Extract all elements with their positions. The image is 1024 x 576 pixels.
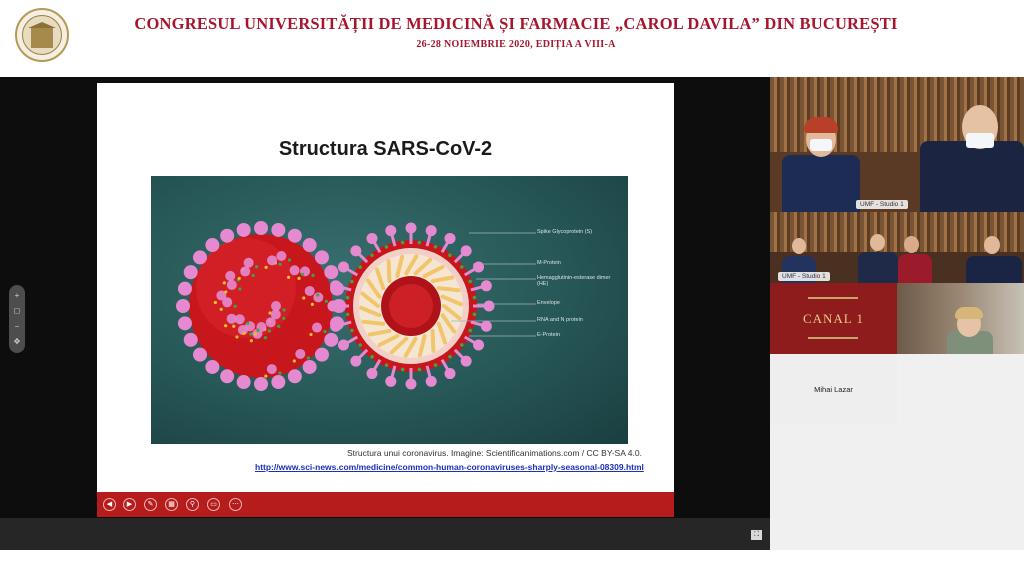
more-icon[interactable]: ⋯ xyxy=(229,498,242,511)
label-spike: Spike Glycoprotein (S) xyxy=(537,229,593,235)
video-tile-studio-wide[interactable]: UMF - Studio 1 xyxy=(770,212,1024,283)
label-m-protein: M-Protein xyxy=(537,260,561,266)
pan-icon[interactable]: ✥ xyxy=(14,337,21,346)
zoom-in-icon[interactable]: + xyxy=(15,292,20,300)
label-he: Hemagglutinin-esterase dimer (HE) xyxy=(537,275,611,287)
next-icon[interactable]: ▶ xyxy=(123,498,136,511)
fit-icon[interactable]: ◻ xyxy=(14,307,21,315)
participant-name: Mihai Lazar xyxy=(814,385,853,394)
presentation-slide: Structura SARS-CoV-2 Spike Glycoprotein … xyxy=(97,83,674,517)
source-link[interactable]: http://www.sci-news.com/medicine/common-… xyxy=(255,462,644,472)
conference-header: CONGRESUL UNIVERSITĂȚII DE MEDICINĂ ȘI F… xyxy=(0,0,1024,76)
subtitles-icon[interactable]: ▭ xyxy=(207,498,220,511)
video-tile-participant[interactable] xyxy=(897,283,1024,354)
slide-control-bar: ◀ ▶ ✎ ▦ ⚲ ▭ ⋯ xyxy=(97,492,674,517)
slides-grid-icon[interactable]: ▦ xyxy=(165,498,178,511)
conference-title: CONGRESUL UNIVERSITĂȚII DE MEDICINĂ ȘI F… xyxy=(134,14,898,33)
zoom-icon[interactable]: ⚲ xyxy=(186,498,199,511)
video-tile-mihai-lazar[interactable]: Mihai Lazar xyxy=(770,354,897,425)
virus-illustration xyxy=(176,221,536,391)
conference-subtitle: 26-28 NOIEMBRIE 2020, EDIȚIA A VIII-A xyxy=(416,39,616,50)
virus-outer-view xyxy=(189,234,333,378)
coronavirus-structure-figure: Spike Glycoprotein (S) M-Protein Hemaggl… xyxy=(151,176,628,444)
studio-label: UMF - Studio 1 xyxy=(856,200,908,209)
fullscreen-icon[interactable]: ⛶ xyxy=(751,530,762,540)
label-rna: RNA and N protein xyxy=(537,317,583,323)
zoom-controls[interactable]: + ◻ − ✥ xyxy=(9,285,25,353)
previous-icon[interactable]: ◀ xyxy=(103,498,116,511)
video-tile-studio[interactable]: UMF - Studio 1 xyxy=(770,77,1024,212)
zoom-out-icon[interactable]: − xyxy=(15,322,20,331)
canal-title: CANAL 1 xyxy=(802,311,865,326)
label-envelope: Envelope xyxy=(537,300,560,306)
pen-icon[interactable]: ✎ xyxy=(144,498,157,511)
figure-caption: Structura unui coronavirus. Imagine: Sci… xyxy=(347,448,642,458)
slide-title: Structura SARS-CoV-2 xyxy=(278,138,493,160)
stage-footer xyxy=(0,518,770,550)
studio-label-2: UMF - Studio 1 xyxy=(778,272,830,281)
video-tile-canal1[interactable]: CANAL 1 xyxy=(770,283,897,354)
university-seal-icon xyxy=(15,8,69,62)
label-e-protein: E-Protein xyxy=(537,332,560,338)
